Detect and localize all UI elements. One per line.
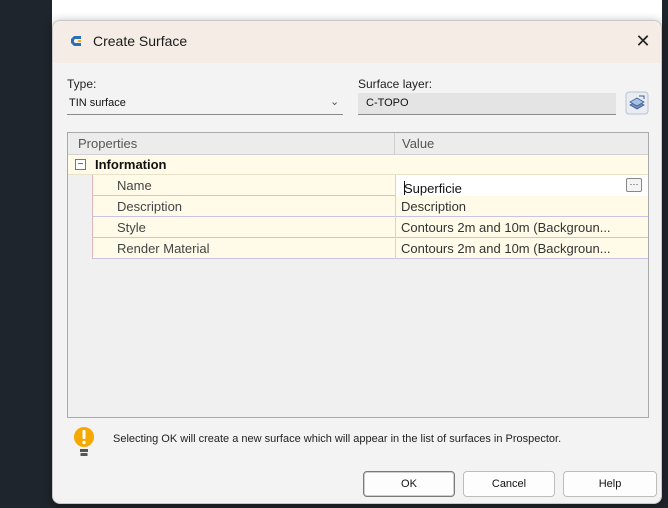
surface-layer-field: C-TOPO (358, 93, 616, 115)
property-name: Render Material (117, 241, 210, 256)
property-row-style[interactable]: Style Contours 2m and 10m (Backgroun... (92, 217, 648, 238)
property-value[interactable]: Description (401, 199, 645, 214)
property-name: Description (117, 199, 183, 214)
property-row-render-material[interactable]: Render Material Contours 2m and 10m (Bac… (92, 238, 648, 259)
category-label: Information (95, 157, 167, 172)
title-bar[interactable]: Create Surface ✕ (53, 21, 661, 63)
property-name: Style (117, 220, 146, 235)
cancel-button[interactable]: Cancel (463, 471, 555, 497)
app-background-left (0, 0, 52, 508)
column-divider[interactable] (394, 133, 395, 155)
surface-layer-label: Surface layer: (358, 77, 433, 91)
info-message: Selecting OK will create a new surface w… (113, 433, 562, 445)
layers-icon[interactable] (625, 91, 649, 115)
property-row-description[interactable]: Description Description (92, 196, 648, 217)
property-value[interactable]: Contours 2m and 10m (Backgroun... (401, 220, 645, 235)
value-column-header[interactable]: Value (402, 136, 434, 151)
surface-layer-value: C-TOPO (366, 97, 409, 109)
lightbulb-warning-icon (74, 427, 94, 456)
property-name: Name (117, 178, 152, 193)
text-caret (404, 181, 405, 195)
property-value[interactable]: Contours 2m and 10m (Backgroun... (401, 241, 645, 256)
properties-column-header[interactable]: Properties (78, 136, 137, 151)
civil-3d-icon (71, 36, 81, 46)
category-information[interactable]: − Information (68, 155, 648, 175)
type-dropdown[interactable]: TIN surface ⌄ (67, 93, 343, 115)
ok-button[interactable]: OK (363, 471, 455, 497)
name-value-input[interactable]: Superficie ··· (396, 175, 648, 196)
window-title: Create Surface (93, 33, 188, 49)
row-divider (395, 238, 396, 259)
help-button[interactable]: Help (563, 471, 657, 497)
collapse-icon[interactable]: − (75, 159, 86, 170)
row-divider (395, 196, 396, 217)
type-label: Type: (67, 77, 97, 91)
name-value-text: Superficie (404, 181, 462, 196)
grid-header: Properties Value (68, 133, 648, 155)
app-background-right (662, 0, 668, 508)
type-value: TIN surface (69, 97, 126, 109)
ellipsis-button[interactable]: ··· (626, 178, 642, 192)
properties-grid[interactable]: Properties Value − Information Name Supe… (67, 132, 649, 418)
row-divider (395, 217, 396, 238)
create-surface-dialog: Create Surface ✕ Type: TIN surface ⌄ Sur… (52, 20, 662, 504)
property-row-name[interactable]: Name Superficie ··· (92, 175, 648, 196)
close-button[interactable]: ✕ (631, 29, 655, 53)
chevron-down-icon: ⌄ (330, 96, 340, 108)
